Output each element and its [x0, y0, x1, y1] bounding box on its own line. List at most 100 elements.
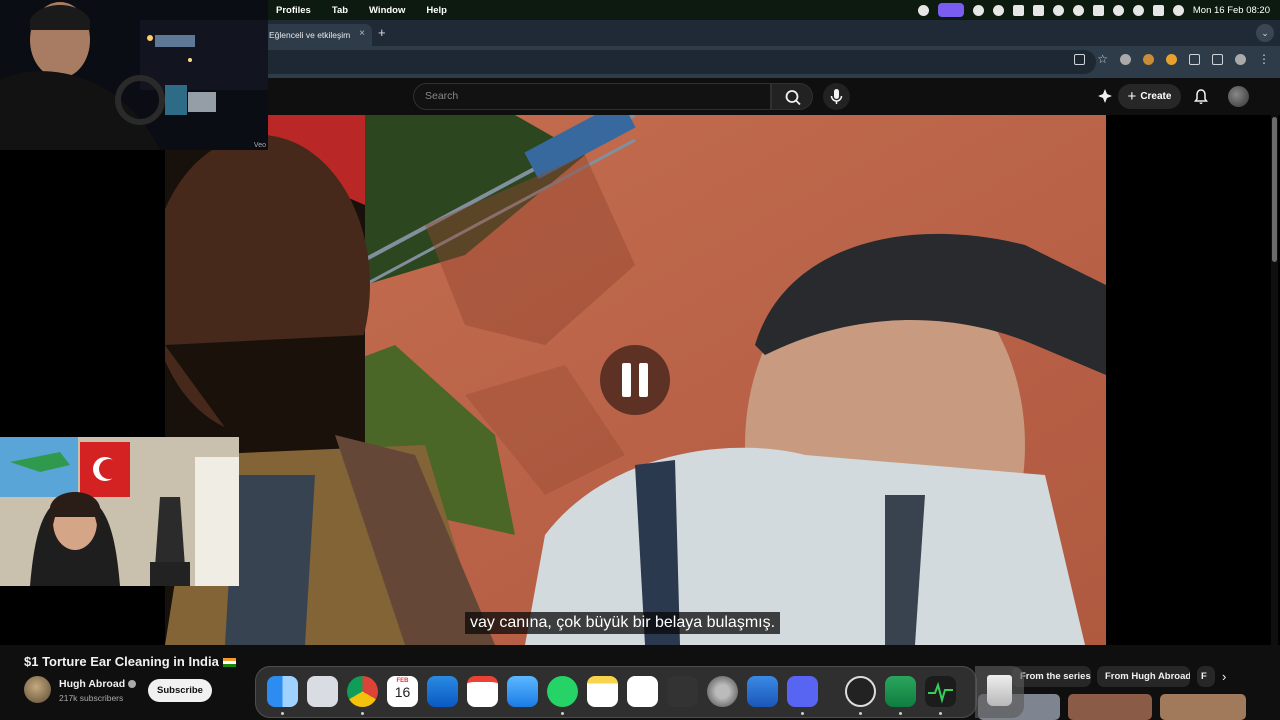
extension-face-icon[interactable] [1120, 54, 1131, 65]
notifications-bell-icon[interactable] [1193, 88, 1209, 110]
calendar-day: 16 [394, 684, 411, 700]
search-icon [785, 90, 801, 106]
spotlight-search-icon[interactable] [1132, 4, 1144, 16]
obs-icon[interactable] [845, 676, 876, 707]
play-circle-icon[interactable] [1052, 4, 1064, 16]
recommended-thumbnail[interactable] [1068, 694, 1152, 720]
subscriber-count: 217k subscribers [59, 693, 124, 703]
webcam-frame-room [0, 437, 239, 586]
pause-bar-left [622, 363, 631, 397]
pause-icon[interactable] [600, 345, 670, 415]
gemini-sparkle-icon[interactable] [1097, 88, 1113, 109]
chrome-icon[interactable] [347, 676, 378, 707]
video-title: $1 Torture Ear Cleaning in India [24, 654, 236, 669]
reminders-icon[interactable] [627, 676, 658, 707]
new-tab-button[interactable]: + [378, 25, 386, 40]
install-app-icon[interactable] [1074, 54, 1086, 65]
bookmark-star-icon[interactable]: ☆ [1097, 53, 1108, 65]
chrome-menu-icon[interactable]: ⋮ [1258, 53, 1270, 65]
chevron-right-icon[interactable]: › [1222, 669, 1226, 684]
status-area: Mon 16 Feb 08:20 [917, 0, 1270, 20]
running-indicator [899, 712, 902, 715]
create-button[interactable]: + Create [1118, 84, 1181, 109]
menu-bar-clock[interactable]: Mon 16 Feb 08:20 [1193, 5, 1270, 16]
screen-share-icon[interactable] [937, 3, 964, 17]
search-input[interactable]: Search [413, 83, 771, 110]
channel-avatar[interactable] [24, 676, 51, 703]
channel-name[interactable]: Hugh Abroad [59, 678, 137, 690]
excel-icon[interactable] [885, 676, 916, 707]
control-center-icon[interactable] [1152, 4, 1164, 16]
media-controls-icon[interactable] [1212, 54, 1223, 65]
voice-search-button[interactable] [823, 83, 850, 110]
video-subtitle: vay canına, çok büyük bir belaya bulaşmı… [465, 612, 781, 634]
whatsapp-icon[interactable] [547, 676, 578, 707]
running-indicator [801, 712, 804, 715]
tab-title: Eğlenceli ve etkileşim [269, 30, 351, 40]
activity-graph-icon [928, 681, 953, 704]
extension-yellow-icon[interactable] [1166, 54, 1177, 65]
numbers-icon[interactable] [667, 676, 698, 707]
plus-icon: + [1127, 88, 1137, 105]
webcam-overlay-room [0, 437, 239, 586]
address-bar[interactable] [250, 50, 1096, 74]
account-avatar[interactable] [1228, 86, 1249, 107]
trash-icon [987, 675, 1012, 706]
menu-help[interactable]: Help [426, 5, 447, 16]
status-app-icon[interactable] [917, 4, 929, 16]
browser-tab[interactable]: Eğlenceli ve etkileşim × [264, 24, 372, 46]
recommended-thumbnail[interactable] [1160, 694, 1246, 720]
pen-icon[interactable] [1012, 4, 1024, 16]
running-indicator [561, 712, 564, 715]
battery-icon[interactable] [1092, 4, 1104, 16]
chip-from-hugh-abroad[interactable]: From Hugh Abroad [1097, 666, 1190, 687]
tab-search-icon[interactable]: ⌄ [1256, 24, 1274, 42]
extension-orange-icon[interactable] [1143, 54, 1154, 65]
search-button[interactable] [771, 83, 813, 110]
profile-avatar-icon[interactable] [1235, 54, 1246, 65]
outlook-icon[interactable] [427, 676, 458, 707]
tab-close-icon[interactable]: × [359, 28, 365, 39]
running-indicator [859, 712, 862, 715]
activity-monitor-icon[interactable] [925, 676, 956, 707]
running-indicator [281, 712, 284, 715]
siri-icon[interactable] [1172, 4, 1184, 16]
trash-dock-item[interactable] [975, 666, 1024, 718]
microphone-icon [830, 89, 843, 104]
calendar-icon[interactable]: FEB 16 [387, 676, 418, 707]
running-indicator [939, 712, 942, 715]
subscribe-button[interactable]: Subscribe [148, 679, 212, 702]
webcam-overlay-driving: Veo [0, 0, 268, 150]
menu-window[interactable]: Window [369, 5, 405, 16]
app-menu: Profiles Tab Window Help [276, 5, 447, 16]
launchpad-icon[interactable] [307, 676, 338, 707]
word-icon[interactable] [747, 676, 778, 707]
video-title-text: $1 Torture Ear Cleaning in India [24, 654, 219, 669]
running-indicator [361, 712, 364, 715]
discord-icon[interactable] [787, 676, 818, 707]
create-label: Create [1140, 91, 1172, 102]
wifi-icon[interactable] [1112, 4, 1124, 16]
webcam-frame-driving [0, 0, 268, 150]
sync-icon[interactable] [992, 4, 1004, 16]
pause-bar-right [639, 363, 648, 397]
notes-icon[interactable] [587, 676, 618, 707]
india-flag-icon [222, 658, 236, 668]
webcam-label: Veo [253, 142, 266, 149]
menu-profiles[interactable]: Profiles [276, 5, 311, 16]
record-dot-icon[interactable] [972, 4, 984, 16]
mail-icon[interactable] [507, 676, 538, 707]
macos-dock: FEB 16 [255, 666, 977, 718]
menu-tab[interactable]: Tab [332, 5, 348, 16]
headphones-icon[interactable] [1072, 4, 1084, 16]
finder-icon[interactable] [267, 676, 298, 707]
channel-name-text: Hugh Abroad [59, 678, 126, 690]
page-scrollbar-thumb[interactable] [1272, 117, 1277, 262]
chip-more[interactable]: F [1197, 666, 1215, 687]
verified-badge-icon [128, 680, 137, 689]
bottle-icon[interactable] [1032, 4, 1044, 16]
toolbar-icons: ☆ ⋮ [1074, 53, 1270, 65]
system-settings-icon[interactable] [707, 676, 738, 707]
extensions-puzzle-icon[interactable] [1189, 54, 1200, 65]
gmail-icon[interactable] [467, 676, 498, 707]
